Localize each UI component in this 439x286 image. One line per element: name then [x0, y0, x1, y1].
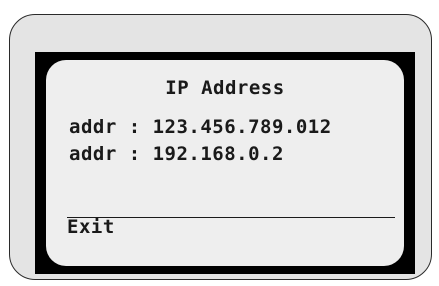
exit-softkey[interactable]: Exit: [67, 216, 115, 238]
lcd-screen: IP Address addr : 123.456.789.012 addr :…: [46, 60, 404, 266]
address-line-2: addr : 192.168.0.2: [69, 143, 284, 165]
softkey-divider: [67, 217, 395, 218]
screen-title: IP Address: [165, 77, 285, 99]
address-line-1: addr : 123.456.789.012: [69, 116, 332, 138]
